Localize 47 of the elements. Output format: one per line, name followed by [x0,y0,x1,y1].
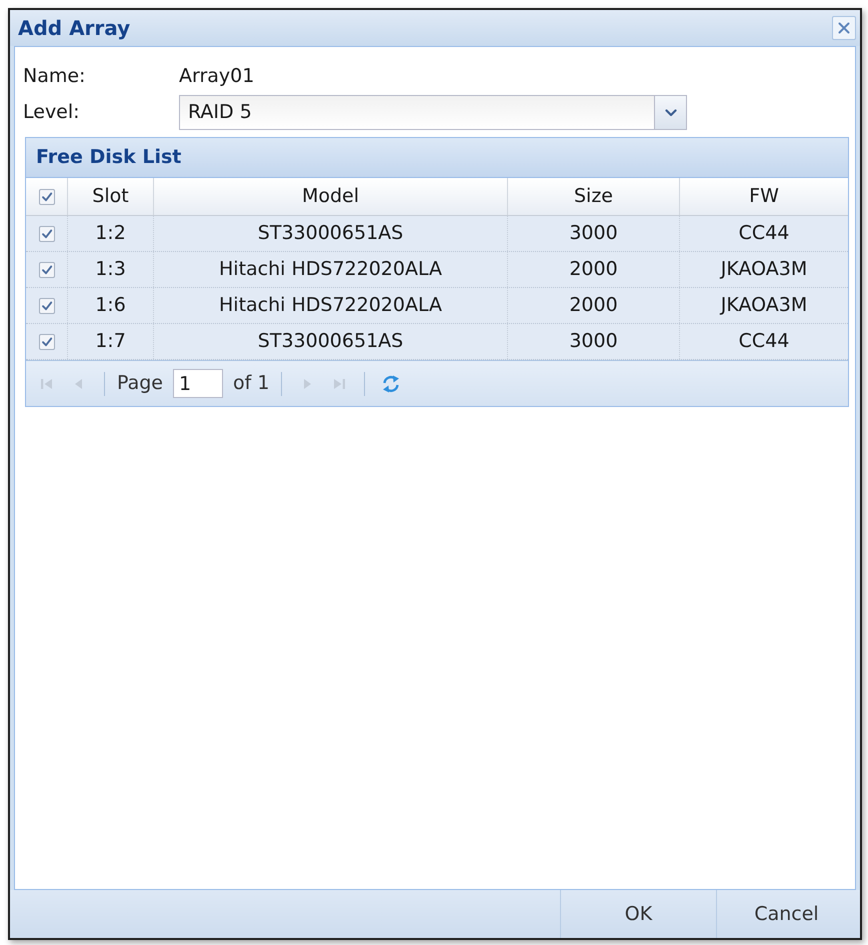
chevron-down-icon [664,108,676,116]
table-cell-text: JKAOA3M [718,257,808,282]
dropdown-button[interactable] [654,96,686,129]
name-value: Array01 [179,64,254,89]
table-cell: 3000 [508,216,680,251]
close-icon [838,22,850,34]
table-cell: ST33000651AS [154,216,508,251]
column-header[interactable]: Slot [68,178,154,215]
checkbox[interactable] [38,298,54,314]
table-cell-text: CC44 [738,329,790,354]
close-button[interactable] [832,16,856,40]
checkbox[interactable] [38,262,54,278]
table-cell: 3000 [508,324,680,359]
table-cell: Hitachi HDS722020ALA [154,288,508,323]
table-cell: 1:3 [68,252,154,287]
column-header[interactable]: Size [508,178,680,215]
level-label: Level: [23,100,81,126]
checkbox[interactable] [38,188,54,204]
table-cell: 2000 [508,288,680,323]
checkbox[interactable] [38,226,54,242]
level-dropdown[interactable]: RAID 5 [179,95,687,130]
table-cell: ST33000651AS [154,324,508,359]
table-row[interactable]: 1:2 ST33000651AS 3000 CC44 [26,216,848,252]
table-row[interactable]: 1:6 Hitachi HDS722020ALA 2000 JKAOA3M [26,288,848,324]
table-cell: 2000 [508,252,680,287]
table-cell: 1:6 [68,288,154,323]
table-cell: 1:7 [68,324,154,359]
name-label: Name: [23,64,86,89]
table-cell: 1:2 [68,216,154,251]
table-cell-text: CC44 [738,221,790,246]
ok-button[interactable]: OK [560,890,716,938]
first-page-icon [40,376,54,390]
refresh-icon [381,374,402,394]
page-number-field[interactable]: 1 [173,369,223,398]
table-row[interactable]: 1:7 ST33000651AS 3000 CC44 [26,324,848,360]
column-header[interactable]: Model [154,178,508,215]
table-row[interactable]: 1:3 Hitachi HDS722020ALA 2000 JKAOA3M [26,252,848,288]
window-title: Add Array [18,15,130,42]
cancel-button[interactable]: Cancel [716,890,856,938]
pager-label: Page [117,371,163,396]
column-header[interactable]: FW [680,178,848,215]
last-page-icon [332,376,346,390]
panel-title: Free Disk List [36,145,182,170]
table-cell: Hitachi HDS722020ALA [154,252,508,287]
pager-label: of 1 [233,371,270,396]
checkbox[interactable] [38,334,54,350]
table-cell-text: JKAOA3M [718,293,808,318]
